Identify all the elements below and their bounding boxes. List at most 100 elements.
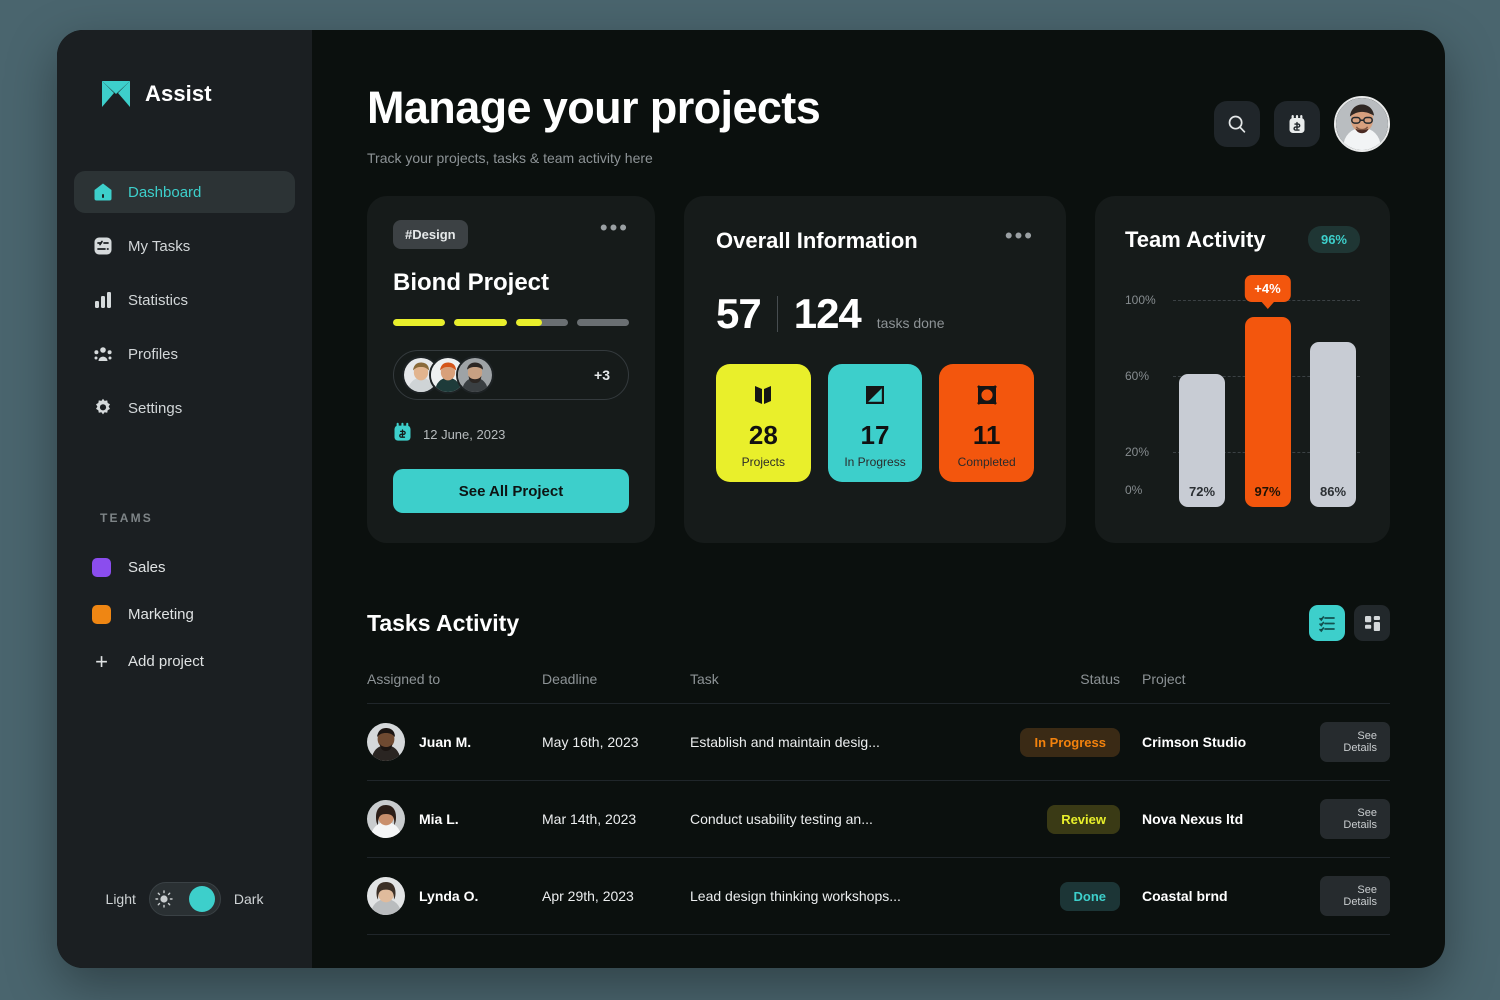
team-activity-chart: 100% 60% 20% 0% 72% +4% 97% 86%	[1125, 275, 1360, 507]
calendar-button[interactable]	[1274, 101, 1320, 147]
see-all-project-button[interactable]: See All Project	[393, 469, 629, 513]
progress-segment	[576, 319, 629, 326]
chart-bar-3[interactable]: 86%	[1310, 342, 1356, 507]
assignee: Mia L.	[367, 800, 542, 838]
table-row[interactable]: Mia L. Mar 14th, 2023 Conduct usability …	[367, 780, 1390, 858]
bar-value-label: 97%	[1254, 484, 1281, 499]
cell-assignee: Lynda O.	[367, 857, 542, 935]
tasks-icon	[92, 236, 113, 257]
assignee-name: Mia L.	[419, 811, 459, 827]
more-options-icon[interactable]: •••	[1005, 225, 1034, 247]
header-actions	[1214, 82, 1390, 152]
project-card-header: #Design •••	[393, 217, 629, 249]
project-progress-bar	[393, 319, 629, 326]
stat-value: 11	[972, 420, 1001, 450]
cell-assignee: Mia L.	[367, 780, 542, 858]
sidebar-item-label: Settings	[128, 399, 183, 417]
sidebar-item-my-tasks[interactable]: My Tasks	[74, 225, 295, 267]
cell-deadline: Apr 29th, 2023	[542, 857, 690, 935]
table-header-row: Assigned to Deadline Task Status Project	[367, 671, 1390, 704]
project-card: #Design ••• Biond Project +3 12 June, 20…	[367, 196, 655, 543]
project-title: Biond Project	[393, 269, 550, 296]
assignee-name: Lynda O.	[419, 888, 479, 904]
see-details-button[interactable]: See Details	[1320, 799, 1390, 839]
project-date-text: 12 June, 2023	[423, 427, 506, 442]
tasks-activity-title: Tasks Activity	[367, 609, 520, 636]
stat-tile-completed[interactable]: 11 Completed	[939, 364, 1035, 482]
column-header-actions	[1320, 671, 1390, 704]
y-tick-label: 20%	[1125, 445, 1150, 459]
sun-icon	[155, 890, 173, 908]
team-item-sales[interactable]: Sales	[92, 551, 277, 583]
bar-value-label: 72%	[1188, 484, 1216, 499]
assignee-avatar	[367, 723, 405, 761]
page-subtitle: Track your projects, tasks & team activi…	[367, 150, 653, 166]
user-avatar[interactable]	[1334, 96, 1390, 152]
stat-value: 17	[860, 420, 890, 450]
column-header-status: Status	[990, 671, 1120, 704]
see-details-button[interactable]: See Details	[1320, 722, 1390, 762]
team-activity-header: Team Activity 96%	[1125, 226, 1360, 253]
sidebar-item-statistics[interactable]: Statistics	[74, 279, 295, 321]
chart-y-axis: 100% 60% 20% 0%	[1125, 279, 1167, 507]
grid-view-button[interactable]	[1354, 605, 1390, 641]
sidebar-item-profiles[interactable]: Profiles	[74, 333, 295, 375]
cell-status: Review	[990, 780, 1120, 858]
sidebar: Assist Dashboard My Tasks Statistics Pro…	[57, 30, 312, 968]
theme-toggle-switch[interactable]	[148, 882, 221, 916]
bar-value-label: 86%	[1319, 484, 1347, 499]
avatar-image	[1336, 98, 1388, 150]
theme-dark-label: Dark	[233, 891, 264, 907]
overall-information-card: Overall Information ••• 57 124 tasks don…	[684, 196, 1066, 543]
cell-action: See Details	[1320, 857, 1390, 935]
theme-light-label: Light	[105, 891, 136, 907]
stat-label: In Progress	[844, 455, 906, 469]
y-tick-label: 0%	[1125, 483, 1143, 497]
calendar-icon	[1289, 114, 1305, 133]
sidebar-item-dashboard[interactable]: Dashboard	[74, 171, 295, 213]
chart-bars: 72% +4% 97% 86%	[1179, 275, 1356, 507]
more-options-icon[interactable]: •••	[600, 217, 629, 239]
list-view-button[interactable]	[1309, 605, 1345, 641]
assignee: Lynda O.	[367, 877, 542, 915]
summary-cards-row: #Design ••• Biond Project +3 12 June, 20…	[367, 196, 1390, 543]
assignee: Juan M.	[367, 723, 542, 761]
stat-label: Completed	[957, 455, 1016, 469]
team-activity-card: Team Activity 96% 100% 60% 20% 0% 72% +4…	[1095, 196, 1390, 543]
cell-action: See Details	[1320, 780, 1390, 858]
chart-bar-1[interactable]: 72%	[1179, 374, 1225, 507]
sidebar-item-settings[interactable]: Settings	[74, 387, 295, 429]
see-details-button[interactable]: See Details	[1320, 876, 1390, 916]
add-project-label: Add project	[128, 652, 204, 670]
member-avatar	[456, 356, 494, 394]
add-project-button[interactable]: + Add project	[92, 645, 277, 677]
stat-tile-projects[interactable]: 28 Projects	[716, 364, 811, 482]
list-view-icon	[1318, 615, 1335, 632]
theme-toggle[interactable]: Light Dark	[57, 882, 312, 916]
overall-stat-tiles: 28 Projects 17 In Progress 11 Completed	[716, 364, 1035, 482]
page-title: Manage your projects	[367, 82, 821, 133]
sidebar-item-label: Dashboard	[128, 183, 202, 201]
member-extra-count: +3	[594, 367, 610, 383]
y-tick-label: 60%	[1125, 369, 1150, 383]
search-icon	[1228, 115, 1246, 133]
teams-section-label: TEAMS	[100, 511, 153, 525]
team-item-marketing[interactable]: Marketing	[92, 598, 277, 630]
theme-toggle-knob	[188, 886, 215, 912]
tasks-activity-header: Tasks Activity	[367, 605, 1390, 641]
table-row[interactable]: Lynda O. Apr 29th, 2023 Lead design thin…	[367, 857, 1390, 935]
cell-project: Nova Nexus ltd	[1120, 780, 1320, 858]
sidebar-item-label: Statistics	[128, 291, 189, 309]
grid-view-icon	[1364, 615, 1380, 631]
y-tick-label: 100%	[1125, 293, 1156, 307]
table-row[interactable]: Juan M. May 16th, 2023 Establish and mai…	[367, 703, 1390, 781]
team-label: Marketing	[128, 605, 194, 623]
chart-bar-2[interactable]: +4% 97%	[1244, 275, 1291, 507]
sidebar-item-label: Profiles	[128, 345, 179, 363]
project-members[interactable]: +3	[393, 350, 629, 400]
count-divider	[776, 296, 778, 332]
search-button[interactable]	[1214, 101, 1260, 147]
team-color-swatch	[92, 604, 111, 624]
view-toggle-group	[1309, 605, 1390, 641]
stat-tile-in-progress[interactable]: 17 In Progress	[827, 364, 923, 482]
